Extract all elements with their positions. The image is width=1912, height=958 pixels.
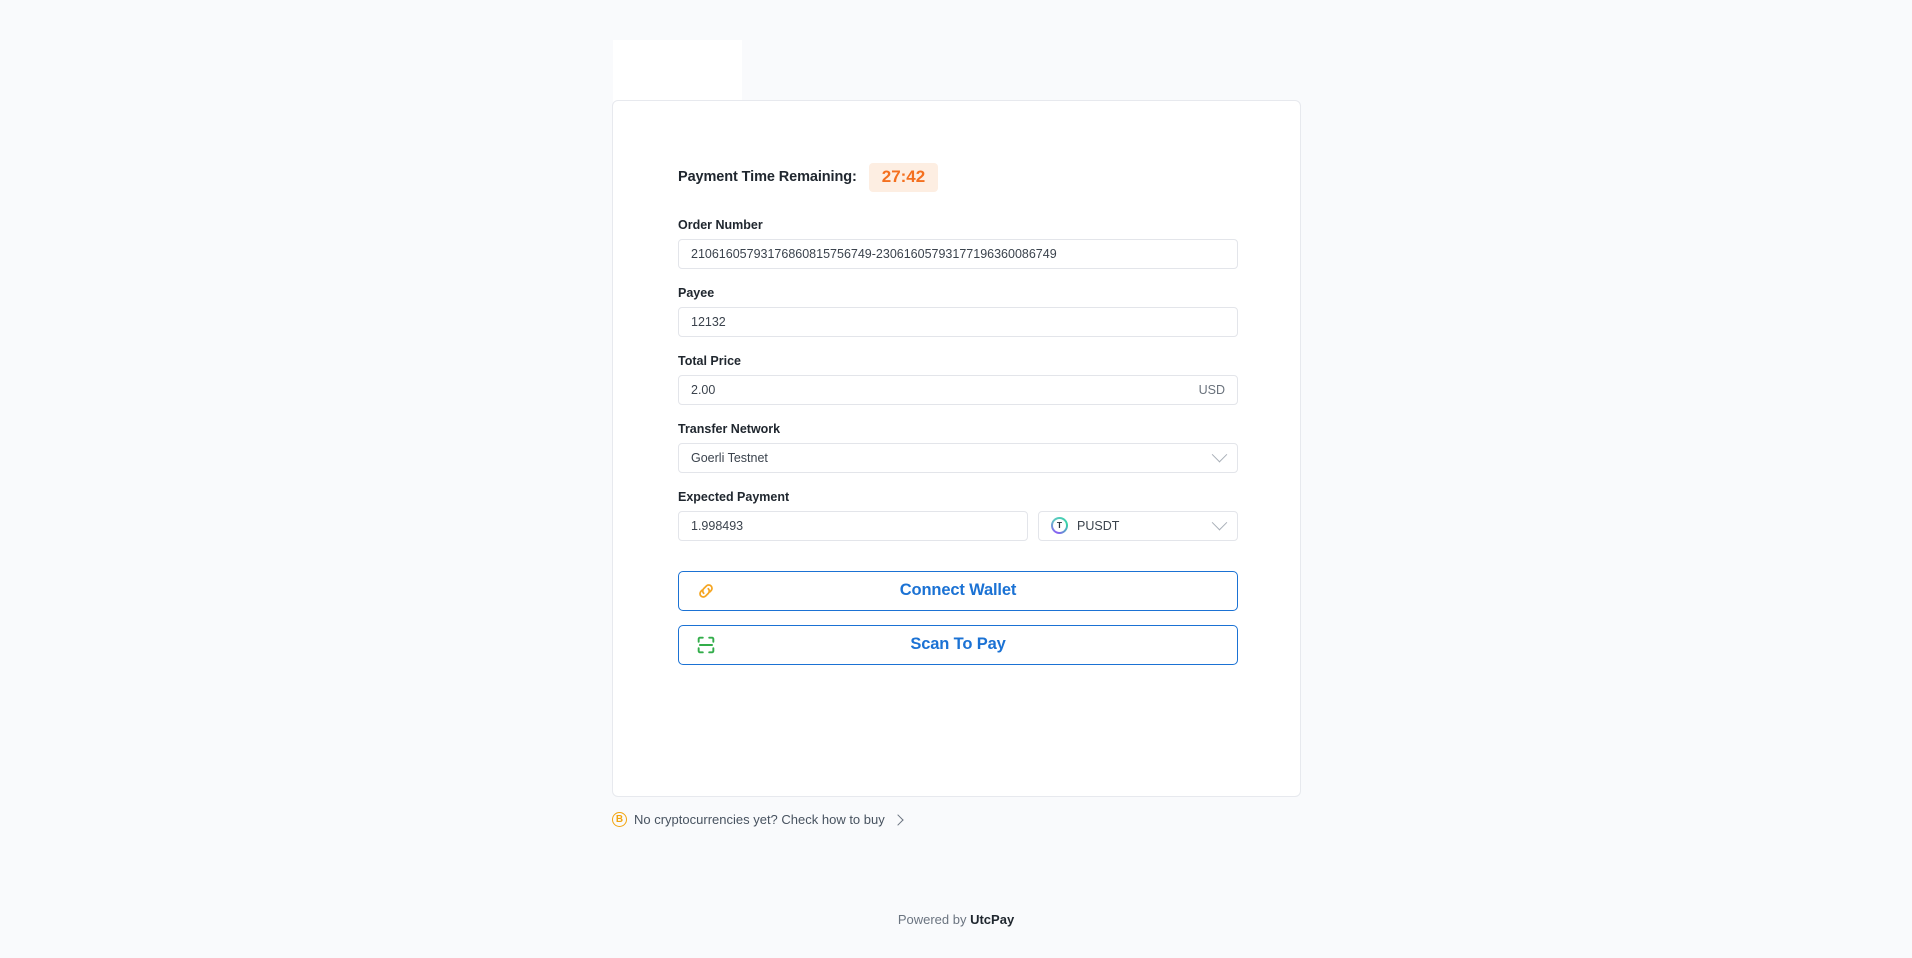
transfer-network-label: Transfer Network <box>678 421 781 436</box>
payment-page: Payment Time Remaining: 27:42 Order Numb… <box>0 0 1912 958</box>
pusdt-token-icon: T <box>1051 517 1068 535</box>
bitcoin-icon: B <box>612 812 627 827</box>
how-to-buy-text: No cryptocurrencies yet? Check how to bu… <box>634 812 885 827</box>
powered-by: Powered by UtcPay <box>0 912 1912 927</box>
total-price-value: 2.00 <box>691 382 716 397</box>
chevron-down-icon <box>1211 514 1228 531</box>
powered-by-prefix: Powered by <box>897 912 967 927</box>
order-number-input[interactable]: 21061605793176860815756749-2306160579317… <box>678 238 1238 269</box>
scan-to-pay-button[interactable]: Scan To Pay <box>678 624 1238 665</box>
expected-payment-label: Expected Payment <box>678 489 790 504</box>
chevron-down-icon <box>1211 446 1228 463</box>
payment-card: Payment Time Remaining: 27:42 Order Numb… <box>612 100 1301 797</box>
expected-payment-row: 1.998493 T PUSDT <box>678 510 1238 541</box>
expected-payment-input[interactable]: 1.998493 <box>678 510 1028 541</box>
token-symbol-letter: T <box>1053 519 1066 533</box>
payment-timer-label: Payment Time Remaining: <box>678 169 857 186</box>
field-payee: Payee 12132 <box>678 286 1238 337</box>
payment-timer-value: 27:42 <box>868 163 939 192</box>
field-order-number: Order Number 21061605793176860815756749-… <box>678 218 1238 269</box>
connect-wallet-label: Connect Wallet <box>899 581 1017 600</box>
order-number-label: Order Number <box>678 217 763 232</box>
order-number-value: 21061605793176860815756749-2306160579317… <box>691 246 1057 261</box>
token-select[interactable]: T PUSDT <box>1038 510 1238 541</box>
total-price-label: Total Price <box>678 353 741 368</box>
payment-form: Payment Time Remaining: 27:42 Order Numb… <box>678 163 1238 679</box>
connect-wallet-button[interactable]: Connect Wallet <box>678 570 1238 611</box>
field-expected-payment: Expected Payment 1.998493 T PUSDT <box>678 490 1238 541</box>
link-icon <box>695 580 717 602</box>
powered-by-brand: UtcPay <box>970 912 1015 927</box>
scan-to-pay-label: Scan To Pay <box>910 635 1006 654</box>
payee-input[interactable]: 12132 <box>678 306 1238 337</box>
payee-value: 12132 <box>691 314 726 329</box>
token-name: PUSDT <box>1077 518 1120 533</box>
expected-payment-value: 1.998493 <box>691 518 744 533</box>
payment-timer: Payment Time Remaining: 27:42 <box>678 163 1238 192</box>
action-buttons: Connect Wallet Scan To Pay <box>678 570 1238 665</box>
transfer-network-value: Goerli Testnet <box>691 450 768 465</box>
field-transfer-network: Transfer Network Goerli Testnet <box>678 422 1238 473</box>
chevron-right-icon <box>892 813 904 826</box>
transfer-network-select[interactable]: Goerli Testnet <box>678 442 1238 473</box>
field-total-price: Total Price 2.00 USD <box>678 354 1238 405</box>
total-price-input[interactable]: 2.00 USD <box>678 374 1238 405</box>
how-to-buy-link[interactable]: B No cryptocurrencies yet? Check how to … <box>612 812 904 827</box>
total-price-currency: USD <box>1198 382 1225 397</box>
payee-label: Payee <box>678 285 715 300</box>
scan-icon <box>695 634 717 656</box>
